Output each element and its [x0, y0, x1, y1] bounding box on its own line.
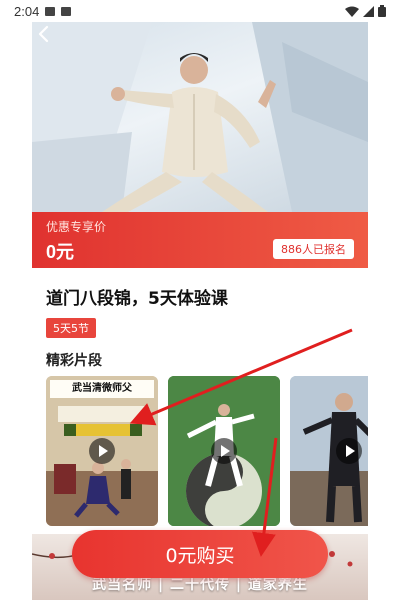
clips-section-title: 精彩片段	[46, 353, 102, 369]
price: 0元	[46, 242, 75, 262]
back-icon[interactable]	[32, 22, 56, 46]
status-bar: 2:04	[0, 0, 400, 22]
course-title: 道门八段锦，5天体验课	[46, 289, 228, 309]
battery-icon	[378, 5, 386, 17]
video-clip-1[interactable]: 武当清微师父	[46, 376, 158, 526]
clip-banner-text: 武当清微师父	[50, 380, 154, 398]
notification-icon	[45, 6, 56, 16]
promo-label: 优惠专享价	[46, 220, 107, 234]
signal-icon	[363, 5, 374, 17]
enrolled-count-badge: 886人已报名	[273, 239, 354, 259]
hero-image	[32, 22, 368, 212]
price-banner: 优惠专享价 0元 886人已报名	[32, 212, 368, 268]
play-icon[interactable]	[211, 438, 237, 464]
video-clip-2[interactable]	[168, 376, 280, 526]
app-frame: 2:04 优惠专享价 0元 886人已报名 道门八段锦，5天体验课 5天5节 精…	[0, 0, 400, 600]
clips-carousel[interactable]: 武当清微师父	[46, 376, 368, 526]
wifi-icon	[345, 6, 359, 17]
status-left: 2:04	[14, 3, 72, 19]
hero-illustration	[32, 22, 368, 212]
page-content: 优惠专享价 0元 886人已报名 道门八段锦，5天体验课 5天5节 精彩片段 武…	[32, 22, 368, 600]
notification-icon-2	[61, 6, 72, 16]
buy-button[interactable]: 0元购买	[72, 530, 328, 578]
play-icon[interactable]	[336, 438, 362, 464]
course-duration-tag: 5天5节	[46, 318, 96, 338]
play-icon[interactable]	[89, 438, 115, 464]
status-right	[345, 5, 386, 17]
video-clip-3[interactable]	[290, 376, 368, 526]
status-time: 2:04	[14, 3, 40, 19]
